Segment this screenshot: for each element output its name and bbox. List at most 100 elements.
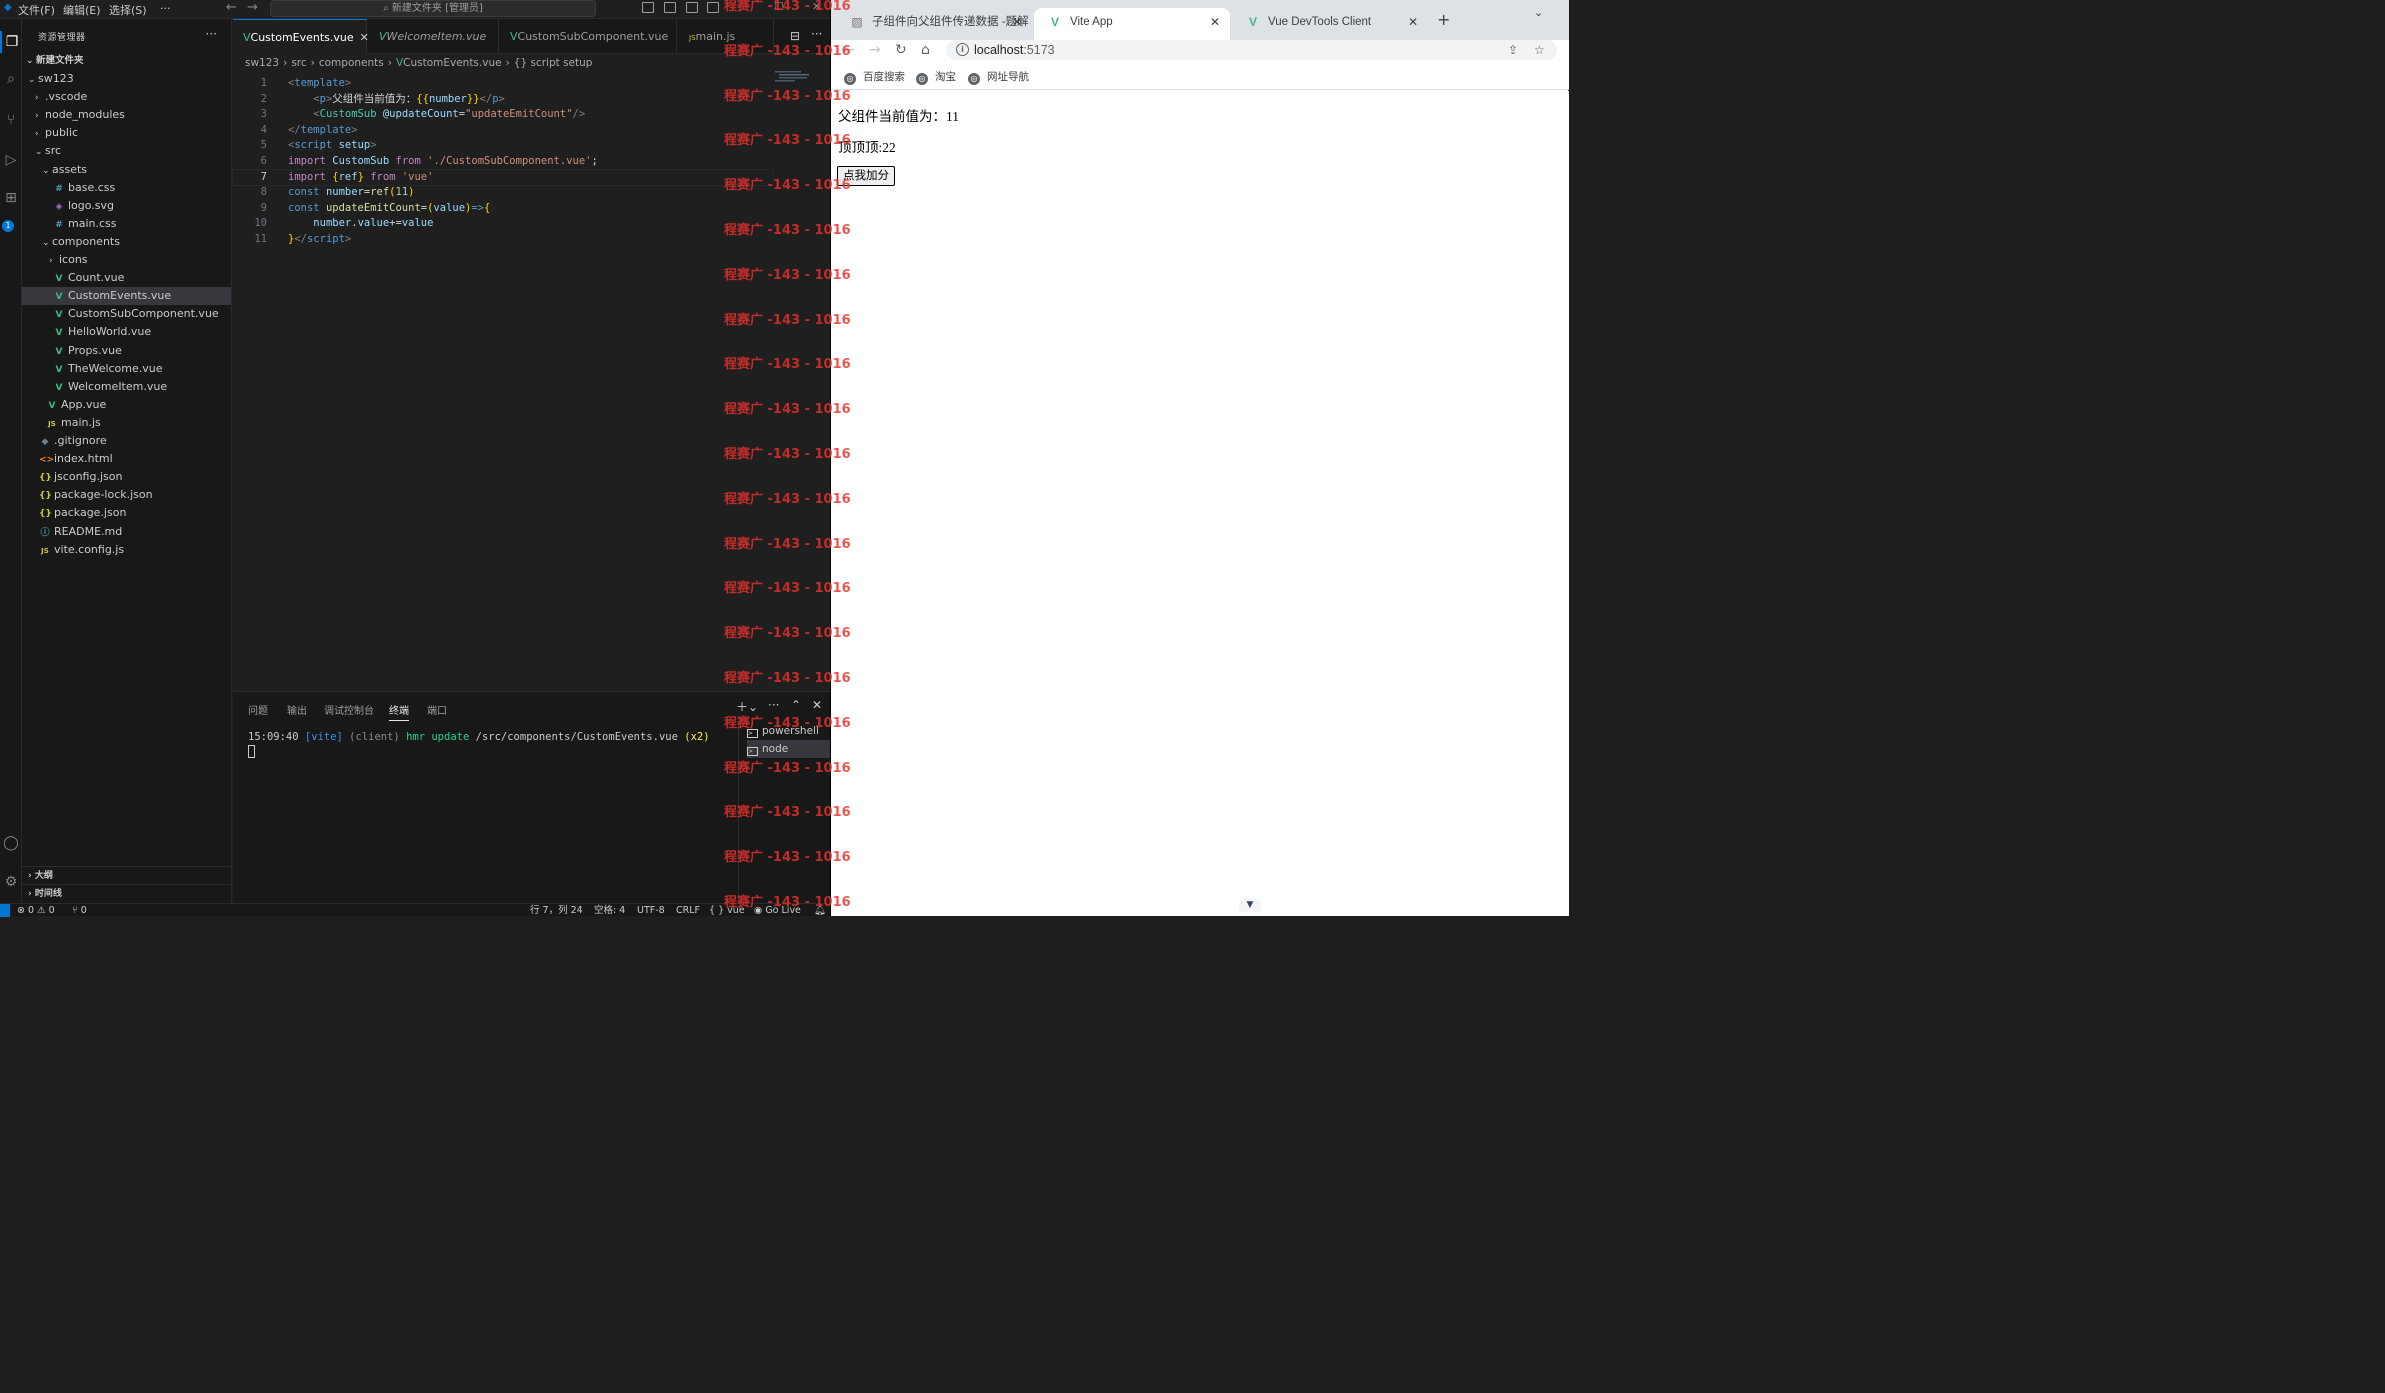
cursor-position-status[interactable]: 行 7，列 24	[530, 904, 583, 917]
close-window-icon[interactable]: ✕	[812, 0, 821, 13]
tree-item[interactable]: V TheWelcome.vue	[22, 360, 231, 378]
tree-item[interactable]: ◈ logo.svg	[22, 197, 231, 215]
tree-item[interactable]: {} jsconfig.json	[22, 468, 231, 486]
panel-tab-debug-console[interactable]: 调试控制台	[324, 702, 374, 717]
tree-item[interactable]: ⌄ components	[22, 233, 231, 251]
bookmark-baidu[interactable]: ◎ 百度搜索	[844, 70, 905, 85]
back-arrow-icon[interactable]: ←	[226, 0, 237, 15]
run-debug-icon[interactable]: ▷	[0, 149, 22, 171]
menu-edit[interactable]: 编辑(E)	[63, 2, 101, 18]
code-line[interactable]: 2 <p>父组件当前值为：{{number}}</p>	[233, 92, 773, 108]
tree-item[interactable]: V Props.vue	[22, 342, 231, 360]
tree-item[interactable]: V CustomSubComponent.vue	[22, 305, 231, 323]
menu-selection[interactable]: 选择(S)	[109, 2, 147, 18]
outline-section[interactable]: › 大纲	[22, 866, 231, 884]
breadcrumb-item[interactable]: components	[319, 57, 384, 69]
tab-mainjs[interactable]: JSmain.js	[679, 19, 774, 54]
home-icon[interactable]: ⌂	[921, 40, 930, 60]
close-icon[interactable]: ✕	[1408, 8, 1418, 36]
code-line[interactable]: 11}</script>	[233, 232, 773, 248]
code-line[interactable]: 5 <script setup>	[233, 138, 773, 154]
browser-tab-vite-app[interactable]: V Vite App ✕	[1034, 8, 1230, 40]
problems-status[interactable]: ⊗ 0 ⚠ 0	[17, 904, 55, 917]
explorer-more-button[interactable]: ···	[206, 27, 217, 41]
browser-tab-devtools[interactable]: V Vue DevTools Client ✕	[1232, 8, 1428, 40]
tree-item[interactable]: ⓘ README.md	[22, 523, 231, 541]
tree-item[interactable]: › node_modules	[22, 106, 231, 124]
tree-item[interactable]: JS vite.config.js	[22, 541, 231, 559]
customize-layout-icon[interactable]	[707, 2, 719, 13]
command-center[interactable]: ⌕ 新建文件夹 [管理员]	[270, 0, 596, 17]
source-control-icon[interactable]: ⑂	[0, 109, 22, 131]
tree-item[interactable]: V CustomEvents.vue	[22, 287, 231, 306]
minimap[interactable]	[773, 69, 813, 99]
breadcrumb-item[interactable]: src	[291, 57, 306, 69]
remote-indicator[interactable]	[0, 904, 10, 917]
code-line[interactable]: 1 <template>	[233, 76, 773, 92]
tree-item[interactable]: › public	[22, 124, 231, 142]
bookmark-nav[interactable]: ◎ 网址导航	[968, 70, 1029, 85]
toggle-sidebar-icon[interactable]	[642, 2, 654, 13]
panel-tab-ports[interactable]: 端口	[427, 702, 447, 717]
code-line[interactable]: 7 import {ref} from 'vue'	[232, 168, 774, 187]
account-icon[interactable]: ◯	[0, 832, 22, 854]
close-icon[interactable]: ✕	[360, 31, 369, 44]
golive-status[interactable]: ◉ Go Live	[754, 904, 801, 917]
code-editor[interactable]: 1 <template> 2 <p>父组件当前值为：{{number}}</p> 3 …	[232, 76, 774, 248]
eol-status[interactable]: CRLF	[676, 904, 700, 917]
tab-customsubcomponent[interactable]: VCustomSubComponent.vue	[500, 19, 677, 54]
toggle-secondary-sidebar-icon[interactable]	[686, 2, 698, 13]
tree-item[interactable]: ⌄ sw123	[22, 70, 231, 88]
menu-file[interactable]: 文件(F)	[18, 2, 55, 18]
close-icon[interactable]: ✕	[1210, 8, 1220, 36]
new-terminal-icon[interactable]: ＋⌄	[736, 698, 758, 715]
gear-icon[interactable]: ⚙	[0, 871, 22, 893]
language-status[interactable]: { } vue	[709, 904, 745, 917]
tree-item[interactable]: ◆ .gitignore	[22, 432, 231, 450]
menu-more[interactable]: ···	[160, 2, 171, 15]
tree-item[interactable]: V WelcomeItem.vue	[22, 378, 231, 396]
code-line[interactable]: 6 import CustomSub from './CustomSubCompo…	[233, 154, 773, 170]
site-info-icon[interactable]: i	[956, 43, 969, 56]
explorer-icon[interactable]: ❐	[0, 31, 22, 53]
ports-status[interactable]: ⑂ 0	[72, 904, 87, 917]
reload-icon[interactable]: ↻	[895, 40, 907, 60]
notifications-icon[interactable]: 🔔︎	[814, 904, 826, 917]
panel-more-icon[interactable]: ···	[768, 698, 779, 712]
encoding-status[interactable]: UTF-8	[637, 904, 665, 917]
code-line[interactable]: 10 number.value+=value	[233, 216, 773, 232]
tree-item[interactable]: # base.css	[22, 179, 231, 197]
bookmark-star-icon[interactable]: ☆	[1534, 41, 1545, 59]
bookmark-taobao[interactable]: ◎ 淘宝	[916, 70, 956, 85]
browser-tab-tijie[interactable]: ▨ 子组件向父组件传递数据 -题解 ✕	[836, 8, 1032, 40]
tree-item[interactable]: › .vscode	[22, 88, 231, 106]
code-line[interactable]: 3 <CustomSub @updateCount="updateEmitCou…	[233, 107, 773, 123]
forward-arrow-icon[interactable]: →	[247, 0, 258, 15]
tab-customevents[interactable]: VCustomEvents.vue ✕	[233, 19, 369, 54]
tree-item[interactable]: ⌄ src	[22, 142, 231, 160]
close-icon[interactable]: ✕	[1012, 8, 1022, 36]
tab-welcomeitem[interactable]: VWelcomeItem.vue	[369, 19, 499, 54]
terminal-item-powershell[interactable]: > powershell	[747, 722, 831, 740]
tree-item[interactable]: # main.css	[22, 215, 231, 233]
tree-item[interactable]: {} package-lock.json	[22, 486, 231, 504]
terminal-item-node[interactable]: > node	[747, 740, 831, 758]
code-line[interactable]: 4 </template>	[233, 123, 773, 139]
code-line[interactable]: 9 const updateEmitCount=(value)=>{	[233, 201, 773, 217]
tab-search-icon[interactable]: ⌄	[1534, 6, 1543, 19]
tree-item[interactable]: ⌄ assets	[22, 161, 231, 179]
forward-arrow-icon[interactable]: →	[869, 40, 881, 60]
restore-window-icon[interactable]: ☐	[774, 0, 784, 13]
tree-item[interactable]: V App.vue	[22, 396, 231, 414]
breadcrumb-item[interactable]: sw123	[245, 57, 279, 69]
share-icon[interactable]: ⇪	[1508, 41, 1518, 59]
maximize-panel-icon[interactable]: ⌃	[791, 698, 801, 712]
panel-tab-terminal[interactable]: 终端	[389, 702, 409, 721]
vue-devtools-toggle-icon[interactable]: ▼	[1239, 898, 1261, 912]
tree-item[interactable]: V HelloWorld.vue	[22, 323, 231, 341]
panel-tab-output[interactable]: 输出	[287, 702, 307, 717]
breadcrumb-item[interactable]: CustomEvents.vue	[403, 57, 501, 69]
tree-item[interactable]: › icons	[22, 251, 231, 269]
panel-tab-problems[interactable]: 问题	[248, 702, 268, 717]
extensions-icon[interactable]: ⊞	[0, 187, 22, 209]
